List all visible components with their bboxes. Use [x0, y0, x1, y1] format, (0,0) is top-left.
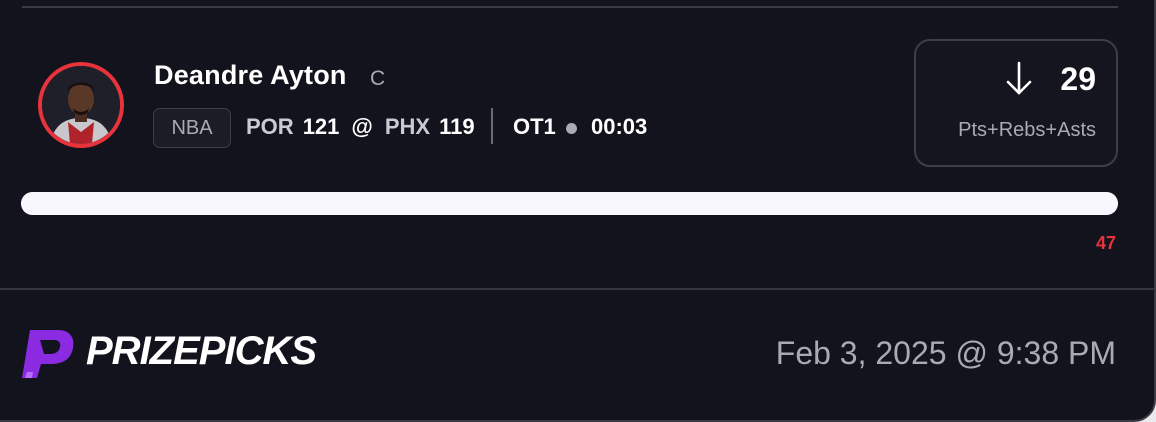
player-headshot-icon — [42, 66, 120, 144]
projection-line: 29 — [1060, 61, 1096, 97]
home-score: 119 — [439, 114, 475, 139]
away-score: 121 — [302, 114, 340, 139]
timestamp: Feb 3, 2025 @ 9:38 PM — [775, 335, 1116, 371]
league-badge: NBA — [153, 108, 231, 148]
player-avatar — [38, 62, 124, 148]
game-period: OT1 — [513, 114, 556, 139]
actual-value: 47 — [1095, 233, 1116, 253]
arrow-down-icon — [1006, 61, 1032, 95]
brand-name: PRIZEPICKS — [86, 329, 317, 373]
stat-type: Pts+Rebs+Asts — [958, 119, 1096, 141]
footer-divider — [0, 288, 1154, 290]
projection-box[interactable]: 29 Pts+Rebs+Asts — [914, 39, 1118, 167]
game-score: POR 121 @ PHX 119 — [246, 114, 475, 140]
separator-dot — [566, 123, 577, 134]
home-team: PHX — [384, 114, 431, 139]
player-position: C — [370, 67, 386, 90]
at-separator: @ — [351, 114, 373, 139]
prizepicks-logo-icon — [22, 330, 74, 378]
game-clock: 00:03 — [591, 114, 648, 139]
top-divider — [22, 6, 1118, 8]
player-name: Deandre Ayton — [154, 60, 347, 90]
away-team: POR — [246, 114, 294, 139]
vertical-divider — [491, 108, 493, 144]
progress-bar — [21, 192, 1118, 215]
progress-fill — [21, 192, 1118, 215]
pick-card: Deandre Ayton C NBA POR 121 @ PHX 119 OT… — [0, 0, 1156, 422]
